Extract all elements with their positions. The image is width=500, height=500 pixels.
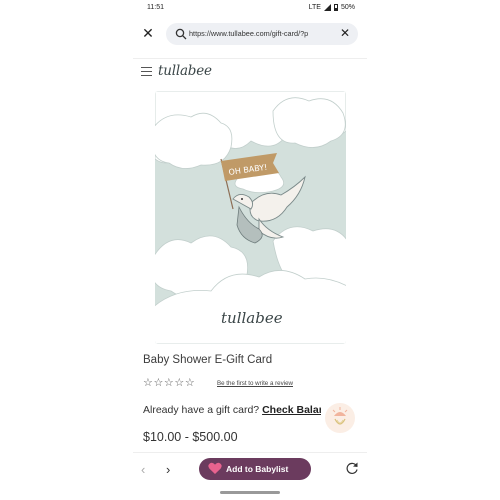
gift-card-prompt: Already have a gift card? Check Balar — [143, 404, 321, 416]
bottom-toolbar: ‹ › Add to Babylist — [133, 452, 367, 487]
battery-icon — [333, 4, 338, 11]
reload-icon[interactable] — [345, 461, 359, 475]
signal-icon — [323, 4, 331, 11]
add-to-babylist-label: Add to Babylist — [226, 464, 289, 474]
site-header: tullabee — [133, 58, 367, 85]
menu-icon[interactable] — [141, 67, 152, 77]
add-to-babylist-button[interactable]: Add to Babylist — [199, 458, 311, 480]
url-text[interactable]: https://www.tullabee.com/gift-card/?p — [189, 29, 337, 38]
floating-widget-button[interactable] — [325, 403, 355, 433]
product-title: Baby Shower E-Gift Card — [143, 354, 273, 366]
close-icon[interactable]: ✕ — [141, 26, 155, 40]
clear-icon[interactable]: ✕ — [340, 26, 350, 40]
network-label: LTE — [308, 4, 321, 11]
rating-stars[interactable]: ☆☆☆☆☆ — [143, 376, 195, 389]
rating-row: ☆☆☆☆☆ Be the first to write a review — [143, 376, 363, 390]
check-balance-link[interactable]: Check Balar — [262, 404, 321, 416]
status-time: 11:51 — [147, 4, 164, 11]
status-right: LTE 50% — [309, 4, 355, 11]
status-bar: 11:51 LTE 50% — [133, 0, 367, 16]
write-review-link[interactable]: Be the first to write a review — [217, 380, 293, 387]
phone-screen: 11:51 LTE 50% ✕ https://www.tullabee.com… — [133, 0, 367, 500]
gift-card-art: OH BABY! tullabee — [155, 91, 346, 344]
product-image[interactable]: OH BABY! tullabee — [155, 91, 346, 344]
url-bar[interactable]: https://www.tullabee.com/gift-card/?p ✕ — [166, 23, 358, 45]
battery-label: 50% — [340, 4, 355, 11]
back-icon[interactable]: ‹ — [141, 462, 145, 477]
site-logo[interactable]: tullabee — [158, 63, 212, 79]
browser-url-row: ✕ https://www.tullabee.com/gift-card/?p … — [133, 18, 367, 50]
sun-icon — [332, 407, 348, 425]
search-icon — [175, 28, 187, 40]
heart-icon — [208, 462, 222, 474]
gift-card-prompt-text: Already have a gift card? — [143, 404, 260, 416]
home-indicator[interactable] — [220, 491, 280, 494]
price-range: $10.00 - $500.00 — [143, 430, 238, 444]
forward-icon[interactable]: › — [166, 462, 170, 477]
card-logo-text: tullabee — [221, 309, 283, 327]
